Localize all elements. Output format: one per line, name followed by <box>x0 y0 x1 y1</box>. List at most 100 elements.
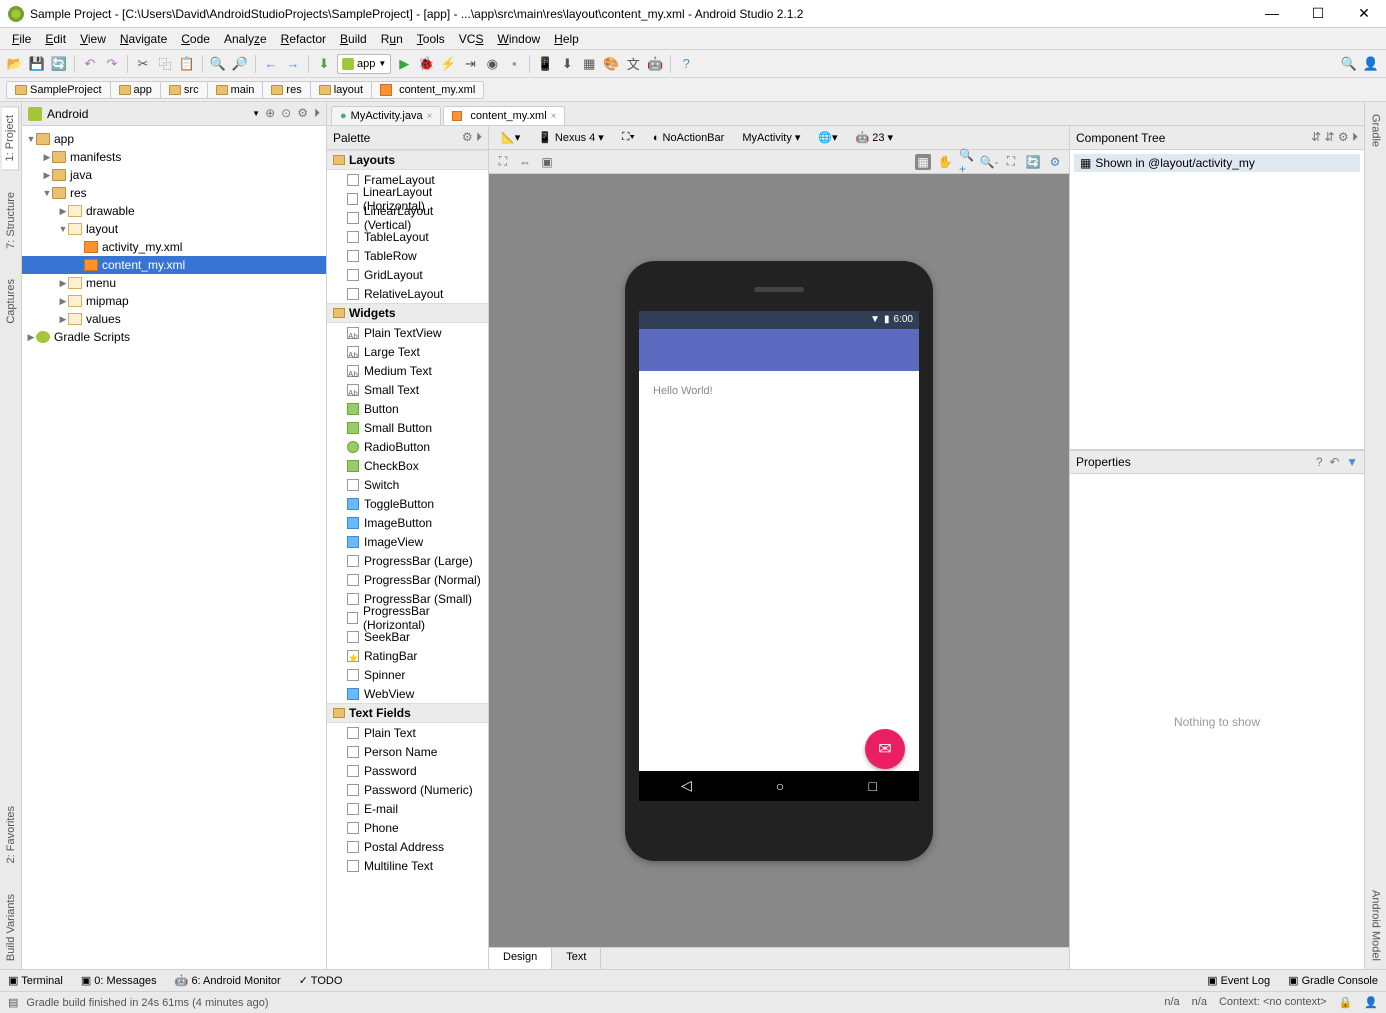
redo-icon[interactable]: ↷ <box>103 55 121 73</box>
breadcrumb-item[interactable]: main <box>207 81 264 99</box>
design-surface[interactable]: ▼ ▮ 6:00 Hello World! ✉ ◁ ○ <box>489 174 1069 947</box>
toolwindow-project[interactable]: 1: Project <box>2 106 19 170</box>
breadcrumb-item[interactable]: app <box>110 81 161 99</box>
menu-build[interactable]: Build <box>334 30 373 48</box>
refresh-icon[interactable]: 🔄 <box>1025 154 1041 170</box>
breadcrumb-item[interactable]: res <box>262 81 310 99</box>
avd-icon[interactable]: 📱 <box>536 55 554 73</box>
menu-run[interactable]: Run <box>375 30 409 48</box>
device-combo[interactable]: 📱 Nexus 4▾ <box>532 129 610 146</box>
copy-icon[interactable]: ⿻ <box>156 55 174 73</box>
breadcrumb-item[interactable]: content_my.xml <box>371 81 484 99</box>
menu-navigate[interactable]: Navigate <box>114 30 173 48</box>
back-icon[interactable]: ← <box>262 55 280 73</box>
profile-icon[interactable]: ◉ <box>483 55 501 73</box>
project-view-combo[interactable]: Android <box>47 107 247 121</box>
tree-tools[interactable]: ⇵ ⇵ ⚙ ⏵ <box>1311 130 1358 145</box>
theme-icon[interactable]: 🎨 <box>602 55 620 73</box>
breadcrumb-item[interactable]: src <box>160 81 208 99</box>
menu-help[interactable]: Help <box>548 30 585 48</box>
toolwindow-gradle-console[interactable]: ▣ Gradle Console <box>1288 974 1378 987</box>
help-icon[interactable]: ? <box>1316 455 1323 469</box>
run-config-combo[interactable]: app ▼ <box>337 54 391 74</box>
menu-tools[interactable]: Tools <box>411 30 451 48</box>
make-icon[interactable]: ⬇ <box>315 55 333 73</box>
cut-icon[interactable]: ✂ <box>134 55 152 73</box>
attach-icon[interactable]: ⇥ <box>461 55 479 73</box>
toolwindow-android-model[interactable]: Android Model <box>1368 882 1384 969</box>
locale-combo[interactable]: 🌐▾ <box>812 129 843 146</box>
menu-refactor[interactable]: Refactor <box>275 30 332 48</box>
design-tab[interactable]: Design <box>489 948 552 969</box>
toggle-toolwindows-icon[interactable]: ▤ <box>8 996 18 1009</box>
menu-file[interactable]: File <box>6 30 37 48</box>
menu-vcs[interactable]: VCS <box>453 30 490 48</box>
text-tab[interactable]: Text <box>552 948 601 969</box>
shrink-icon[interactable]: ⇔ <box>517 154 533 170</box>
toolwindow-eventlog[interactable]: ▣ Event Log <box>1207 974 1270 987</box>
apply-changes-icon[interactable]: ⚡ <box>439 55 457 73</box>
minimize-button[interactable]: — <box>1258 5 1286 22</box>
api-combo[interactable]: 🤖 23▾ <box>850 129 899 146</box>
menu-analyze[interactable]: Analyze <box>218 30 273 48</box>
activity-combo[interactable]: MyActivity▾ <box>736 129 806 146</box>
toolwindow-captures[interactable]: Captures <box>3 271 19 332</box>
trans-icon[interactable]: 文 <box>624 55 642 73</box>
stop-icon[interactable]: ▪ <box>505 55 523 73</box>
toolwindow-structure[interactable]: 7: Structure <box>3 184 19 257</box>
search-everywhere-icon[interactable]: 🔍 <box>1340 55 1358 73</box>
android-icon2[interactable]: 🤖 <box>646 55 664 73</box>
replace-icon[interactable]: 🔎 <box>231 55 249 73</box>
help-icon[interactable]: ? <box>677 55 695 73</box>
breadcrumb-item[interactable]: SampleProject <box>6 81 111 99</box>
menu-code[interactable]: Code <box>175 30 216 48</box>
zoom-out-icon[interactable]: 🔍- <box>981 154 997 170</box>
toolwindow-terminal[interactable]: ▣ Terminal <box>8 974 63 987</box>
find-icon[interactable]: 🔍 <box>209 55 227 73</box>
select-mode-icon[interactable]: ▦ <box>915 154 931 170</box>
paste-icon[interactable]: 📋 <box>178 55 196 73</box>
context-label[interactable]: Context: <no context> <box>1219 996 1327 1009</box>
open-icon[interactable]: 📂 <box>6 55 24 73</box>
user-icon[interactable]: 👤 <box>1362 55 1380 73</box>
breadcrumb-item[interactable]: layout <box>310 81 372 99</box>
component-tree[interactable]: ▦Shown in @layout/activity_my <box>1070 150 1364 450</box>
toolwindow-gradle[interactable]: Gradle <box>1368 106 1384 155</box>
hide-icon[interactable]: ⏵ <box>314 106 320 121</box>
run-icon[interactable]: ▶ <box>395 55 413 73</box>
palette-gear-icon[interactable]: ⚙ ⏵ <box>462 130 482 145</box>
locate-icon[interactable]: ⊙ <box>281 106 291 121</box>
settings-icon[interactable]: ⚙ <box>297 106 308 121</box>
filter-icon[interactable]: ▼ <box>1346 455 1358 469</box>
menu-edit[interactable]: Edit <box>39 30 72 48</box>
undo-icon[interactable]: ↶ <box>81 55 99 73</box>
config-combo[interactable]: ⛶▾ <box>616 129 641 146</box>
gear-icon[interactable]: ⚙ <box>1047 154 1063 170</box>
toolwindow-android-monitor[interactable]: 🤖 6: Android Monitor <box>175 974 281 987</box>
project-tree[interactable]: ▼app ▶manifests ▶java ▼res ▶drawable ▼la… <box>22 126 326 969</box>
reset-icon[interactable]: ↶ <box>1329 455 1339 469</box>
maximize-button[interactable]: ☐ <box>1304 5 1332 22</box>
toolwindow-todo[interactable]: ✓ TODO <box>299 974 343 987</box>
orientation-combo[interactable]: 📐▾ <box>495 129 526 146</box>
fab-button[interactable]: ✉ <box>865 729 905 769</box>
toolwindow-messages[interactable]: ▣ 0: Messages <box>81 974 157 987</box>
theme-combo[interactable]: ◐ NoActionBar <box>647 130 730 146</box>
menu-view[interactable]: View <box>74 30 112 48</box>
lock-icon[interactable]: 🔒 <box>1339 996 1353 1009</box>
editor-tab-java[interactable]: ●MyActivity.java× <box>331 106 441 125</box>
wrap-icon[interactable]: ▣ <box>539 154 555 170</box>
toolwindow-build-variants[interactable]: Build Variants <box>3 886 19 969</box>
pan-mode-icon[interactable]: ✋ <box>937 154 953 170</box>
close-button[interactable]: ✕ <box>1350 5 1378 22</box>
sync-icon[interactable]: 🔄 <box>50 55 68 73</box>
toolwindow-favorites[interactable]: 2: Favorites <box>3 798 19 871</box>
zoom-fit-icon[interactable]: ⛶ <box>1003 154 1019 170</box>
collapse-icon[interactable]: ⊕ <box>265 106 275 121</box>
expand-icon[interactable]: ⛶ <box>495 154 511 170</box>
save-icon[interactable]: 💾 <box>28 55 46 73</box>
layout-icon[interactable]: ▦ <box>580 55 598 73</box>
hector-icon[interactable]: 👤 <box>1364 996 1378 1009</box>
debug-icon[interactable]: 🐞 <box>417 55 435 73</box>
editor-tab-xml[interactable]: content_my.xml× <box>443 106 565 125</box>
